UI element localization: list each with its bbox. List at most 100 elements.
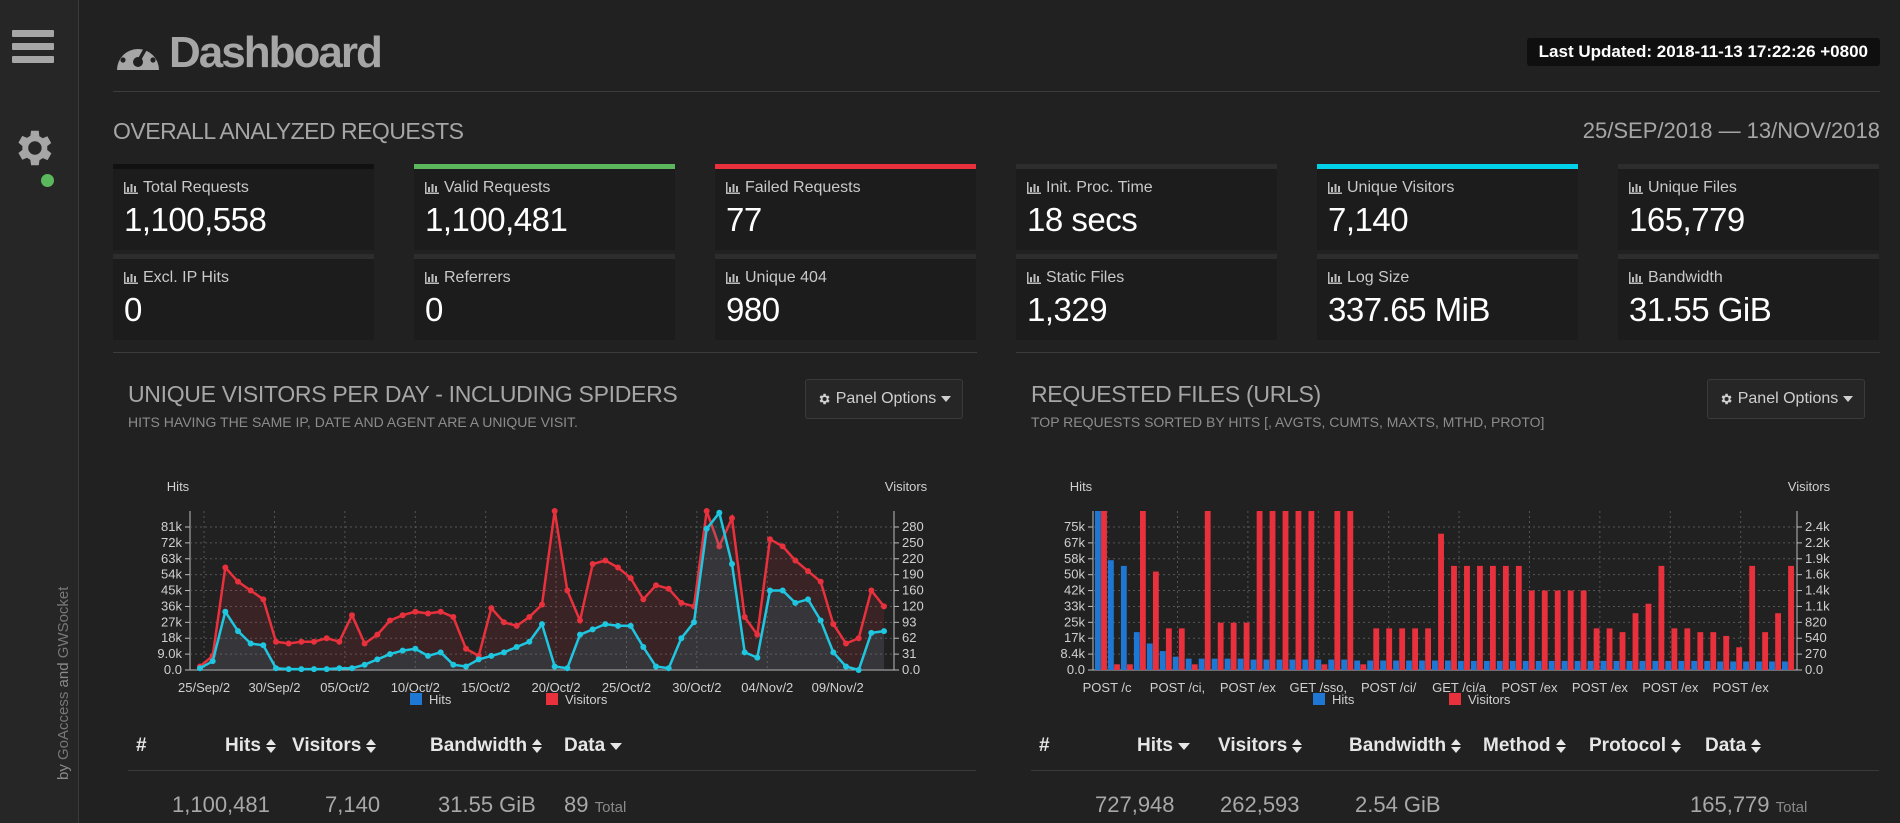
visitors-bar <box>1464 565 1470 670</box>
visitors-chart: Hits Visitors0.0 0.09.0k 3118k 6227k 9336k 120… <box>157 479 927 707</box>
hits-point <box>285 666 292 673</box>
visitors-point <box>539 601 545 608</box>
visitors-point <box>577 617 583 624</box>
total-bandwidth: 31.55 GiB <box>438 792 536 817</box>
left-tick-label: 27k <box>161 614 182 629</box>
visitors-point <box>564 587 571 594</box>
sort-icon <box>1671 739 1682 753</box>
legend-label-visitors: Visitors <box>565 692 608 707</box>
right-tick-label: 120 <box>902 598 924 613</box>
gwsocket-link[interactable]: GWSocket <box>55 587 72 659</box>
visitors-bar <box>1127 664 1133 670</box>
metric-value: 1,100,558 <box>124 201 267 238</box>
metric-label: Unique 404 <box>726 269 965 287</box>
visitors-point <box>779 543 786 550</box>
x-tick-label: 30/Oct/2 <box>672 680 721 695</box>
hits-bar <box>1704 660 1711 670</box>
visitors-point <box>678 599 685 606</box>
visitors-point <box>589 561 596 567</box>
requests-panel: REQUESTED FILES (URLS) TOP REQUESTS SORT… <box>1016 352 1880 823</box>
col-data[interactable]: Data <box>1705 735 1762 757</box>
visitors-bar <box>1360 664 1367 670</box>
visitors-bar <box>1204 511 1211 670</box>
goaccess-link[interactable]: GoAccess <box>55 692 72 760</box>
requests-panel-options-button[interactable]: Panel Options <box>1707 379 1865 419</box>
hits-point <box>716 509 723 516</box>
hits-point <box>475 656 482 663</box>
visitors-panel-options-button[interactable]: Panel Options <box>805 379 963 419</box>
visitors-point <box>374 631 381 638</box>
metric-label-text: Static Files <box>1046 269 1125 286</box>
visitors-bar <box>1723 635 1730 670</box>
hits-point <box>729 561 735 567</box>
right-tick-label: 250 <box>902 535 924 550</box>
visitors-point <box>551 508 558 514</box>
hits-point <box>551 663 558 670</box>
metric-card: Total Requests 1,100,558 <box>113 164 374 250</box>
visitors-point <box>285 640 292 647</box>
visitors-point <box>463 645 469 652</box>
bar-chart-icon <box>1328 182 1342 194</box>
visitors-point <box>741 614 748 620</box>
right-tick-label: 1.6k <box>1805 567 1830 582</box>
metric-value: 31.55 GiB <box>1629 291 1772 328</box>
left-tick-label: 8.4k <box>1060 646 1085 661</box>
hits-bar <box>1743 661 1749 670</box>
visitors-bar <box>1295 511 1302 670</box>
col-data[interactable]: Data <box>564 735 623 757</box>
hits-point <box>805 596 811 603</box>
visitors-point <box>830 621 837 628</box>
hits-point <box>412 645 419 652</box>
hits-point <box>349 665 355 672</box>
hits-bar <box>1678 660 1685 670</box>
visitors-bar <box>1243 622 1250 670</box>
hits-point <box>779 587 786 594</box>
visitors-point <box>336 638 343 645</box>
col-visitors[interactable]: Visitors <box>292 735 377 757</box>
hits-bar <box>1095 511 1101 670</box>
col-hits[interactable]: Hits <box>225 735 276 757</box>
visitors-point <box>437 608 444 615</box>
hits-bar <box>1289 659 1296 670</box>
right-tick-label: 1.1k <box>1805 598 1830 613</box>
visitors-bar <box>1165 628 1172 670</box>
left-tick-label: 63k <box>161 551 182 566</box>
hits-bar <box>1172 656 1179 670</box>
connection-status-indicator <box>41 174 54 187</box>
left-tick-label: 45k <box>161 583 182 598</box>
col-visitors[interactable]: Visitors <box>1218 735 1303 757</box>
hits-point <box>539 621 545 628</box>
col-hits[interactable]: Hits <box>1137 735 1190 757</box>
hits-bar <box>1445 660 1451 670</box>
visitors-bar <box>1217 622 1224 670</box>
left-tick-label: 33k <box>1064 598 1085 613</box>
gear-icon[interactable] <box>10 125 56 171</box>
visitors-point <box>349 612 355 619</box>
right-tick-label: 1.4k <box>1805 583 1830 598</box>
hits-point <box>247 640 254 647</box>
metric-label: Static Files <box>1027 269 1266 287</box>
overall-section-title: OVERALL ANALYZED REQUESTS <box>113 118 464 144</box>
visitors-point <box>247 587 254 594</box>
hits-bar <box>1432 660 1438 670</box>
col-method[interactable]: Method <box>1483 735 1566 757</box>
total-hits: 727,948 <box>1095 792 1175 817</box>
bar-chart-icon <box>1629 182 1643 194</box>
metric-label-text: Log Size <box>1347 269 1410 286</box>
x-tick-label: 09/Nov/2 <box>812 680 864 695</box>
col-index[interactable]: # <box>1039 735 1050 757</box>
visitors-bar <box>1438 533 1444 670</box>
visitors-bar <box>1593 628 1600 670</box>
col-protocol[interactable]: Protocol <box>1589 735 1682 757</box>
menu-icon[interactable] <box>12 30 54 70</box>
metric-value: 980 <box>726 291 780 328</box>
col-data-label: Data <box>564 735 606 756</box>
metric-label-text: Valid Requests <box>444 179 551 196</box>
col-bandwidth[interactable]: Bandwidth <box>1349 735 1462 757</box>
hits-point <box>425 652 431 659</box>
hits-bar <box>1276 659 1283 670</box>
col-bandwidth[interactable]: Bandwidth <box>430 735 543 757</box>
caret-down-icon <box>941 396 952 402</box>
right-tick-label: 2.4k <box>1805 519 1830 534</box>
col-index[interactable]: # <box>136 735 147 757</box>
